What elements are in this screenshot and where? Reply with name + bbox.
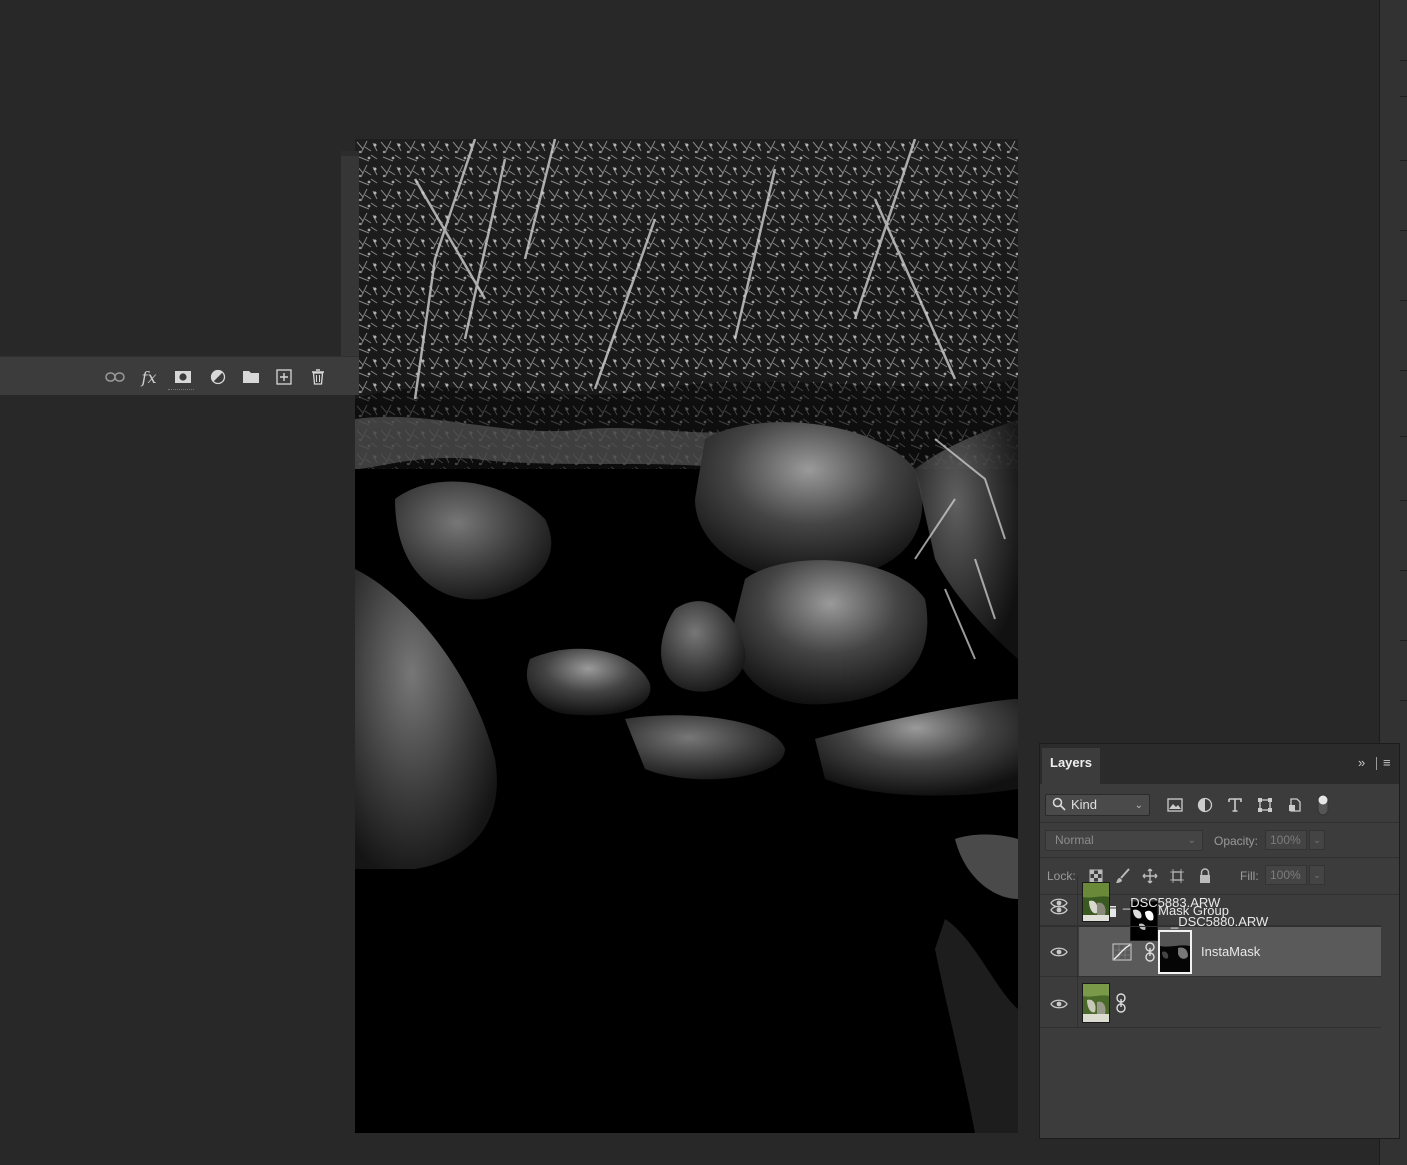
image-filter-icon[interactable] [1164,795,1186,815]
delete-layer-icon[interactable] [307,367,329,387]
filter-kind-label: Kind [1071,797,1098,812]
adjustment-filter-icon[interactable] [1194,795,1216,815]
shape-filter-icon[interactable] [1254,795,1276,815]
visibility-column [1040,926,1078,976]
scrollbar-track-cap [341,151,359,156]
eye-icon[interactable] [1050,896,1068,914]
search-icon [1052,797,1066,817]
opacity-dropdown-button[interactable]: ⌄ [1309,830,1325,850]
curves-adjustment-icon[interactable] [1112,943,1132,966]
filter-toggle-icon[interactable] [1312,794,1334,816]
layers-scrollbar[interactable] [341,151,359,356]
chevron-down-icon: ⌄ [1134,800,1143,811]
opacity-label: Opacity: [1214,834,1259,848]
layer-row-dsc5883[interactable]: _DSC5883.ARW [1040,877,1381,927]
visibility-column [1040,977,1078,1027]
eye-icon[interactable] [1050,997,1068,1015]
filter-row: Kind ⌄ [1040,784,1399,823]
inverted-forest-photo [355,139,1018,1133]
header-separator [1376,757,1377,770]
layer-row-dsc5880[interactable] [1040,977,1381,1028]
visibility-column [1040,877,1078,926]
panel-menu-icon[interactable]: ≡ [1383,756,1391,770]
blend-mode-select[interactable]: Normal ⌄ [1045,830,1203,851]
link-layers-icon[interactable] [104,367,126,387]
layer-row-instamask[interactable]: InstaMask [1040,926,1381,977]
panel-footer: fx [0,356,359,395]
eye-icon[interactable] [1050,945,1068,963]
new-layer-icon[interactable] [273,367,295,387]
new-group-icon[interactable] [240,367,262,387]
layer-image-thumbnail[interactable] [1082,882,1110,922]
smart-object-filter-icon[interactable] [1284,795,1306,815]
layer-name-dsc5883[interactable]: _DSC5883.ARW [1123,895,1220,910]
link-icon[interactable] [1144,942,1156,967]
chevron-down-icon: ⌄ [1187,835,1196,846]
layer-mask-thumbnail[interactable] [1158,930,1192,974]
opacity-input[interactable]: 100% [1265,830,1307,850]
expand-panel-icon[interactable]: » [1358,756,1365,770]
layer-image-thumbnail[interactable] [1082,983,1110,1023]
add-mask-icon[interactable] [172,367,194,387]
blend-mode-value: Normal [1055,833,1094,847]
new-adjustment-icon[interactable] [207,367,229,387]
filter-kind-select[interactable]: Kind ⌄ [1045,794,1150,816]
layers-panel: Layers » ≡ Kind ⌄ Normal ⌄ Opacity: 100%… [1039,743,1400,1139]
panel-resize-grip[interactable] [168,389,194,393]
blend-row: Normal ⌄ Opacity: 100% ⌄ [1040,823,1399,858]
panel-header: Layers » ≡ [1040,744,1399,784]
document-canvas-image[interactable] [355,139,1018,1133]
type-filter-icon[interactable] [1224,795,1246,815]
layer-name-instamask[interactable]: InstaMask [1201,944,1260,959]
fx-icon[interactable]: fx [138,367,160,387]
link-icon[interactable] [1115,993,1127,1018]
layers-tab[interactable]: Layers [1042,748,1100,784]
